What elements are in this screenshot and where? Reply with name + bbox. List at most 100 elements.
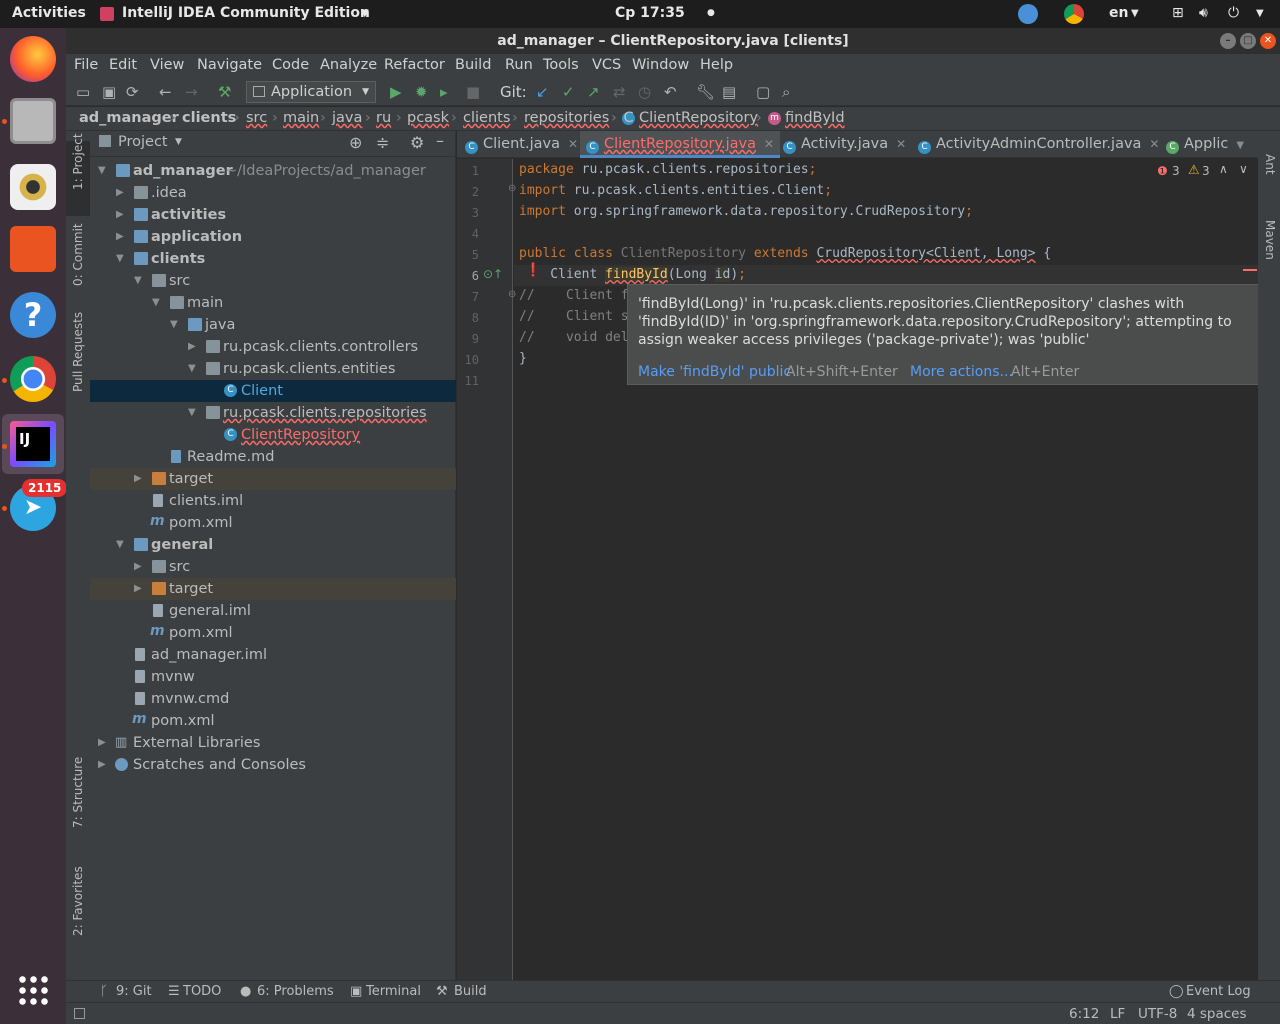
collapsed-arrow-icon[interactable]: ▶ [134, 556, 142, 578]
breadcrumb-item[interactable]: ad_manager [79, 110, 179, 126]
breadcrumb-item[interactable]: ClientRepository [639, 110, 758, 126]
clock[interactable]: Ср 17:35 [615, 5, 685, 21]
tree-item-java[interactable]: ▼ java [90, 314, 456, 336]
forward-icon[interactable]: → [185, 82, 198, 102]
presentation-icon[interactable]: ▢ [756, 82, 770, 102]
git-update-icon[interactable]: ↙ [536, 82, 549, 102]
tool-maven[interactable]: Maven [1258, 201, 1280, 261]
menu-help[interactable]: Help [700, 57, 733, 73]
code-line-1[interactable]: package ru.pcask.clients.repositories; [519, 162, 816, 177]
minimize-icon[interactable]: – [1220, 33, 1236, 49]
tool-todo[interactable]: TODO [183, 984, 221, 999]
override-gutter-icon[interactable]: ⊙↑ [483, 267, 503, 281]
menu-run[interactable]: Run [505, 57, 533, 73]
tree-item-application[interactable]: ▶ application [90, 226, 456, 248]
fold-icon[interactable]: ⊖ [508, 183, 516, 194]
help-icon[interactable]: ? [10, 292, 56, 338]
back-icon[interactable]: ← [159, 82, 172, 102]
breadcrumb-item[interactable]: findById [785, 110, 845, 126]
files-icon[interactable] [10, 98, 56, 144]
tree-item-src[interactable]: ▼ src [90, 270, 456, 292]
tree-item-controllers[interactable]: ▶ ru.pcask.clients.controllers [90, 336, 456, 358]
hide-panel-icon[interactable]: – [436, 131, 444, 150]
tab-client-java[interactable]: C Client.java ✕ [465, 131, 578, 158]
run-configuration-select[interactable]: Application ▼ [246, 81, 376, 103]
tree-item-src[interactable]: ▶ src [90, 556, 456, 578]
tree-item-pom[interactable]: m pom.xml [90, 622, 456, 644]
menu-code[interactable]: Code [272, 57, 309, 73]
close-tab-icon[interactable]: ✕ [568, 137, 578, 151]
rhythmbox-icon[interactable] [10, 164, 56, 210]
expanded-arrow-icon[interactable]: ▼ [170, 314, 178, 336]
debug-icon[interactable]: ✹ [415, 82, 428, 102]
git-history-icon[interactable]: ◷ [638, 82, 651, 102]
code-line-6[interactable]: Client findById(Long id); [519, 267, 746, 282]
warning-count[interactable]: 3 [1202, 164, 1210, 178]
warning-icon[interactable]: ⚠ [1188, 163, 1200, 178]
expanded-arrow-icon[interactable]: ▼ [98, 160, 106, 182]
menu-window[interactable]: Window [632, 57, 689, 73]
tree-item-target[interactable]: ▶ target [90, 578, 456, 600]
tree-item-mvnw[interactable]: mvnw [90, 666, 456, 688]
tool-event-log[interactable]: Event Log [1186, 984, 1251, 999]
code-line-9[interactable]: // void del [519, 330, 629, 345]
chevron-down-icon[interactable]: ▼ [175, 137, 182, 147]
expanded-arrow-icon[interactable]: ▼ [116, 248, 124, 270]
breadcrumb-item[interactable]: clients [463, 110, 510, 126]
expanded-arrow-icon[interactable]: ▼ [152, 292, 160, 314]
breadcrumb-item[interactable]: main [283, 110, 319, 126]
git-compare-icon[interactable]: ⇄ [613, 82, 626, 102]
tool-problems[interactable]: 6: Problems [257, 984, 334, 999]
collapsed-arrow-icon[interactable]: ▶ [98, 754, 106, 776]
open-folder-icon[interactable]: ▭ [76, 82, 90, 102]
tree-item-entities[interactable]: ▼ ru.pcask.clients.entities [90, 358, 456, 380]
activities-button[interactable]: Activities [12, 5, 86, 21]
tree-item-client[interactable]: C Client [90, 380, 456, 402]
tool-ant[interactable]: Ant [1258, 141, 1280, 186]
code-line-8[interactable]: // Client s [519, 309, 629, 324]
updater-icon[interactable] [1018, 4, 1038, 24]
indent-setting[interactable]: 4 spaces [1187, 1006, 1247, 1022]
tree-item-main[interactable]: ▼ main [90, 292, 456, 314]
breadcrumb-item[interactable]: clients [182, 110, 236, 126]
tree-item-activities[interactable]: ▶ activities [90, 204, 456, 226]
chrome-tray-icon[interactable] [1064, 4, 1084, 24]
previous-highlight-icon[interactable]: ∧ [1219, 162, 1228, 176]
tree-item-ad-manager[interactable]: ▼ ad_manager ~/IdeaProjects/ad_manager [90, 160, 456, 182]
tree-item-scratches[interactable]: ▶ Scratches and Consoles [90, 754, 456, 776]
collapsed-arrow-icon[interactable]: ▶ [116, 204, 124, 226]
locate-icon[interactable]: ⊕ [349, 133, 362, 152]
tree-item-clients-iml[interactable]: clients.iml [90, 490, 456, 512]
tab-activity-admin-controller-java[interactable]: C ActivityAdminController.java ✕ [918, 131, 1159, 158]
tool-pull-requests[interactable]: Pull Requests [66, 312, 90, 431]
tool-project[interactable]: 1: Project [66, 133, 90, 216]
collapsed-arrow-icon[interactable]: ▶ [134, 578, 142, 600]
run-with-coverage-icon[interactable]: ▸ [440, 82, 448, 102]
expanded-arrow-icon[interactable]: ▼ [188, 358, 196, 380]
close-tab-icon[interactable]: ✕ [896, 137, 906, 151]
line-separator[interactable]: LF [1110, 1006, 1125, 1022]
project-structure-icon[interactable]: ▤ [722, 82, 736, 102]
close-tab-icon[interactable]: ✕ [764, 137, 774, 151]
tab-applic[interactable]: C Applic ▼ [1166, 131, 1244, 158]
breadcrumb-item[interactable]: src [246, 110, 267, 126]
language-indicator[interactable]: en [1109, 5, 1128, 21]
breadcrumb-item[interactable]: pcask [407, 110, 449, 126]
tree-item-clients[interactable]: ▼ clients [90, 248, 456, 270]
firefox-icon[interactable] [10, 36, 56, 82]
maximize-icon[interactable]: □ [1240, 33, 1256, 49]
file-encoding[interactable]: UTF-8 [1138, 1006, 1177, 1022]
tree-item-pom[interactable]: m pom.xml [90, 512, 456, 534]
collapsed-arrow-icon[interactable]: ▶ [134, 468, 142, 490]
build-hammer-icon[interactable]: ⚒ [218, 82, 231, 102]
tree-item-idea[interactable]: ▶ .idea [90, 182, 456, 204]
expanded-arrow-icon[interactable]: ▼ [188, 402, 196, 424]
breadcrumb-item[interactable]: repositories [524, 110, 609, 126]
code-line-10[interactable]: } [519, 351, 527, 366]
tab-client-repository-java[interactable]: C ClientRepository.java ✕ [580, 131, 781, 158]
menu-build[interactable]: Build [455, 57, 491, 73]
menu-edit[interactable]: Edit [109, 57, 137, 73]
collapsed-arrow-icon[interactable]: ▶ [116, 226, 124, 248]
run-icon[interactable]: ▶ [390, 82, 402, 102]
git-commit-icon[interactable]: ✓ [562, 82, 575, 102]
